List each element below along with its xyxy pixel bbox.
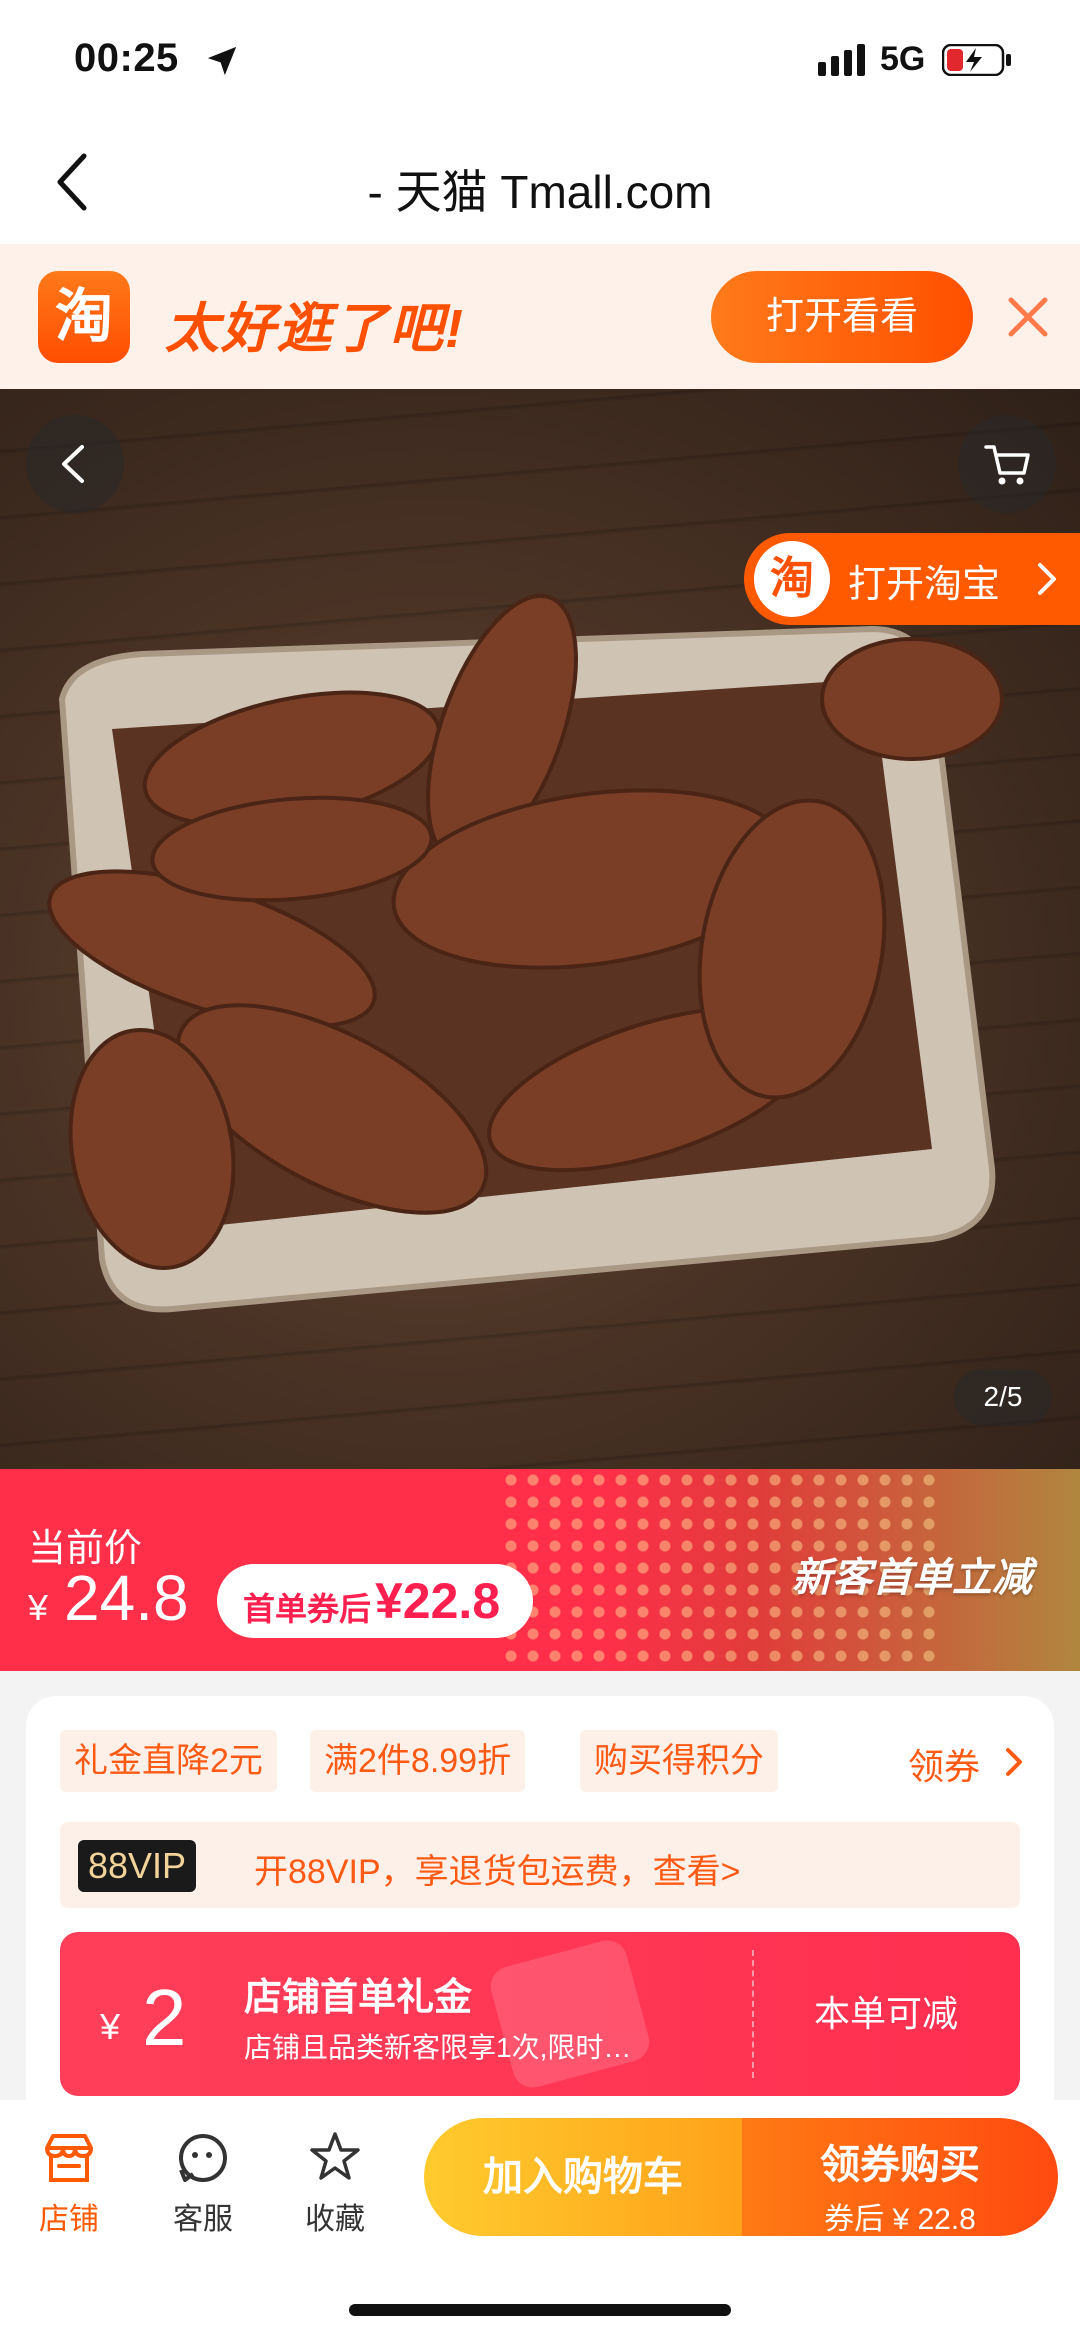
star-icon xyxy=(310,2132,360,2180)
purchase-actions: 加入购物车 领券购买 券后 ¥ 22.8 xyxy=(424,2118,1058,2236)
image-counter: 2/5 xyxy=(954,1369,1052,1425)
cart-icon xyxy=(984,445,1030,485)
newbie-discount-label: 新客首单立减 xyxy=(792,1556,1032,1600)
gift-title: 店铺首单礼金 xyxy=(244,1977,473,2019)
gift-coupon[interactable]: ¥ 2 店铺首单礼金 店铺且品类新客限享1次,限时… 本单可减 xyxy=(60,1932,1020,2096)
nav-bar: - 天猫 Tmall.com xyxy=(0,120,1080,244)
price-currency: ¥ xyxy=(28,1587,49,1628)
vip-badge: 88VIP xyxy=(78,1840,197,1892)
chevron-right-icon[interactable] xyxy=(1004,1746,1024,1778)
open-taobao-label: 打开淘宝 xyxy=(848,564,1001,606)
status-bar: 00:25 5G xyxy=(0,0,1080,120)
chevron-left-icon xyxy=(62,445,84,483)
gift-currency: ¥ xyxy=(100,2006,121,2047)
network-type: 5G xyxy=(880,40,926,78)
price-amount: 24.8 xyxy=(64,1562,189,1634)
promotion-tag[interactable]: 满2件8.99折 xyxy=(310,1730,526,1792)
page-title: - 天猫 Tmall.com xyxy=(367,166,713,218)
open-app-button[interactable]: 打开看看 xyxy=(711,271,973,363)
tab-favorite[interactable]: 收藏 xyxy=(280,2130,390,2238)
promotions-card: 礼金直降2元 满2件8.99折 购买得积分 领券 88VIP 开88VIP，享退… xyxy=(26,1696,1054,2126)
taobao-logo-icon: 淘 xyxy=(38,271,130,363)
coupon-price-badge: 首单券后 ¥22.8 xyxy=(217,1564,533,1638)
promotion-tag[interactable]: 购买得积分 xyxy=(580,1730,778,1792)
gift-cta[interactable]: 本单可减 xyxy=(752,1932,1020,2096)
gift-description: 店铺且品类新客限享1次,限时… xyxy=(244,2032,632,2063)
buy-label: 领券购买 xyxy=(820,2143,980,2187)
close-icon[interactable] xyxy=(1005,294,1051,340)
get-coupon-link[interactable]: 领券 xyxy=(908,1738,980,1790)
vip-banner[interactable]: 88VIP 开88VIP，享退货包运费，查看> xyxy=(60,1822,1020,1908)
add-to-cart-button[interactable]: 加入购物车 xyxy=(424,2118,742,2236)
price-bar: 当前价 ¥ 24.8 首单券后 ¥22.8 新客首单立减 xyxy=(0,1469,1080,1671)
gift-amount: 2 xyxy=(142,1973,187,2062)
product-image[interactable]: 淘 打开淘宝 2/5 xyxy=(0,389,1080,1469)
coupon-price-value: ¥22.8 xyxy=(375,1573,501,1629)
image-back-button[interactable] xyxy=(26,415,124,513)
shop-icon xyxy=(45,2134,93,2182)
tab-shop[interactable]: 店铺 xyxy=(14,2130,124,2238)
buy-sub-label: 券后 ¥ 22.8 xyxy=(824,2203,976,2236)
promo-slogan: 太好逛了吧! xyxy=(165,299,465,359)
tab-favorite-label: 收藏 xyxy=(305,2203,365,2236)
home-indicator[interactable] xyxy=(349,2304,731,2316)
vip-text: 开88VIP，享退货包运费，查看> xyxy=(254,1853,741,1891)
status-time: 00:25 xyxy=(74,36,179,80)
cart-button[interactable] xyxy=(958,415,1056,513)
taobao-icon: 淘 xyxy=(754,541,830,617)
open-taobao-button[interactable]: 淘 打开淘宝 xyxy=(744,533,1080,625)
tab-shop-label: 店铺 xyxy=(39,2203,99,2236)
tab-service[interactable]: 客服 xyxy=(148,2130,258,2238)
product-photo xyxy=(47,593,1004,1313)
watermark-icon xyxy=(490,1940,650,2088)
service-icon xyxy=(179,2134,227,2182)
buy-with-coupon-button[interactable]: 领券购买 券后 ¥ 22.8 xyxy=(742,2118,1058,2236)
battery-icon xyxy=(942,44,1011,76)
promotion-tag[interactable]: 礼金直降2元 xyxy=(60,1730,277,1792)
coupon-price-label: 首单券后 xyxy=(243,1591,372,1627)
location-arrow-icon xyxy=(207,46,237,76)
signal-icon xyxy=(818,44,865,76)
tab-service-label: 客服 xyxy=(173,2203,233,2236)
app-promo-banner: 淘 太好逛了吧! 打开看看 xyxy=(0,244,1080,389)
chevron-right-icon xyxy=(1038,563,1056,595)
